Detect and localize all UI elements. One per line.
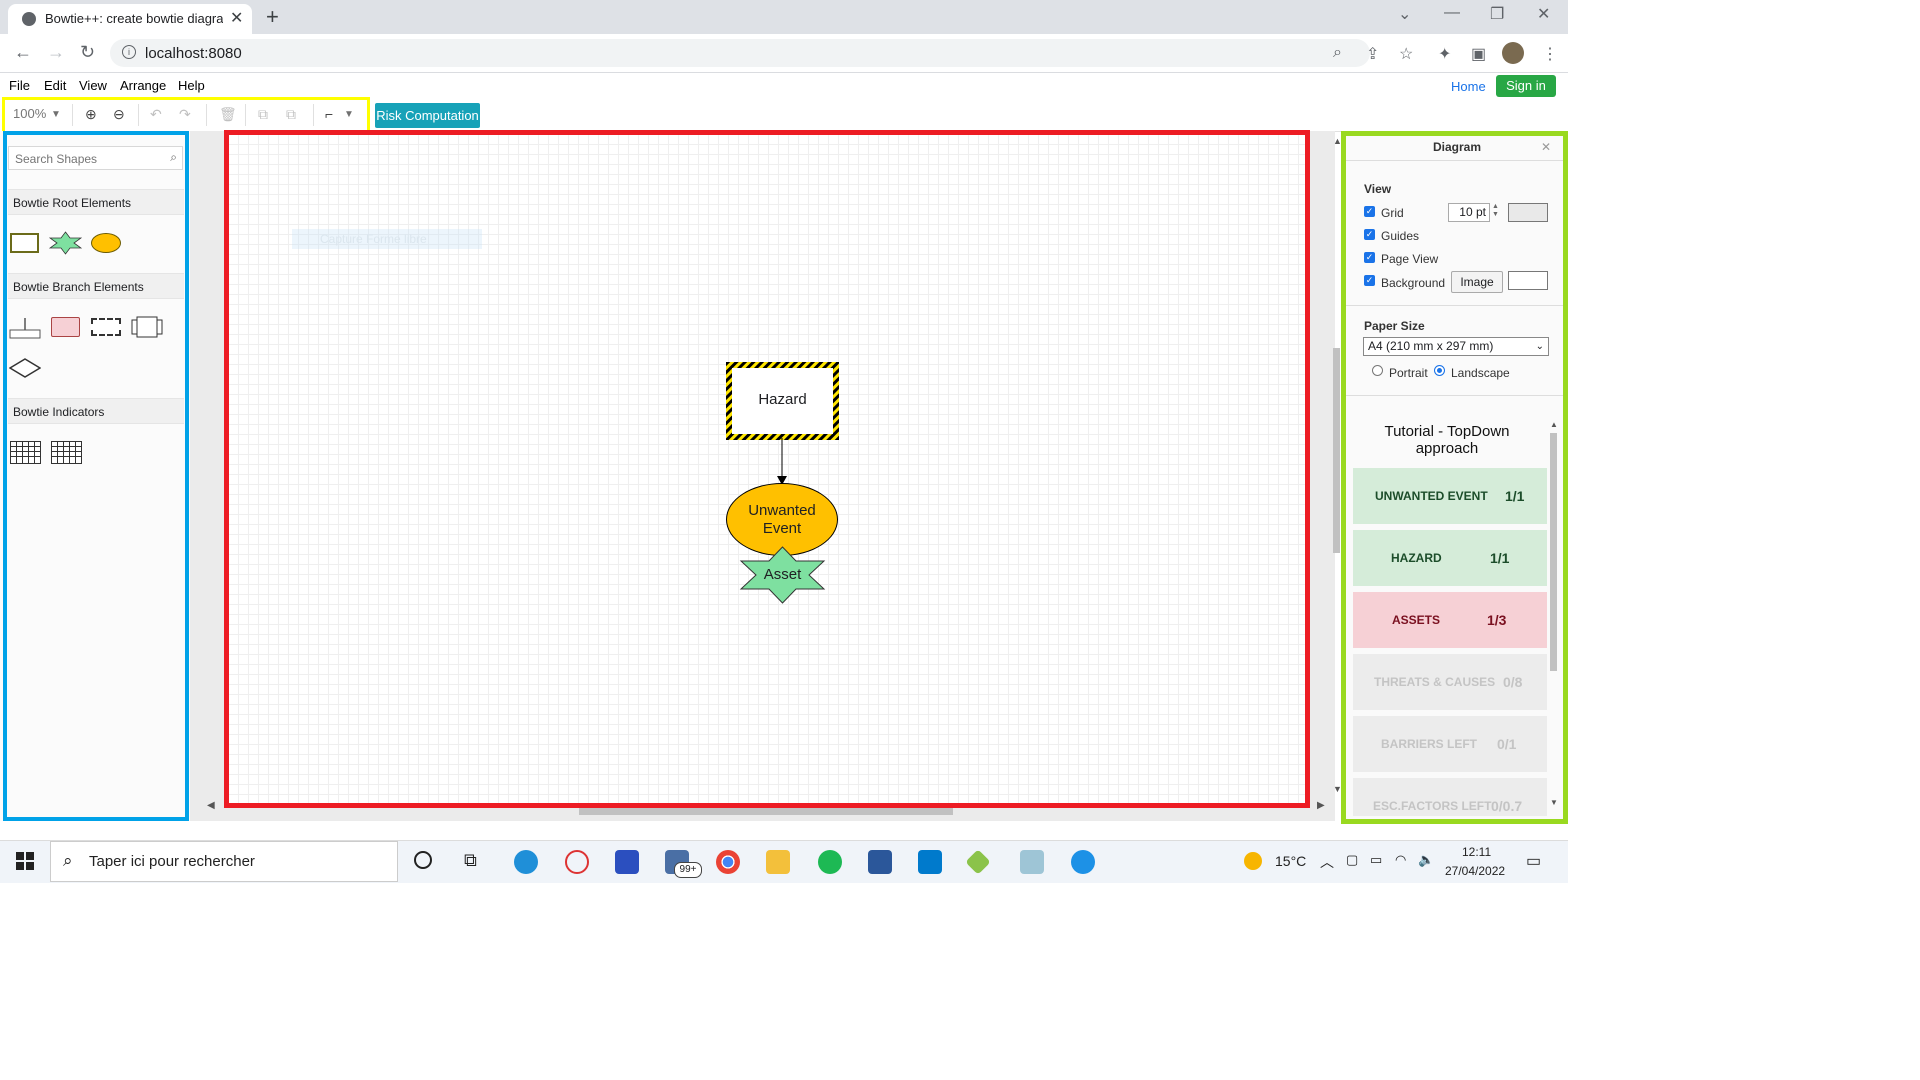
site-favicon-icon [22, 12, 36, 26]
risk-computation-button[interactable]: Risk Computation [375, 103, 480, 128]
share-icon[interactable]: ⇪ [1366, 44, 1379, 64]
chrome-icon[interactable] [716, 850, 740, 874]
taskbar-search-box[interactable]: ⌕ Taper ici pour rechercher [50, 841, 398, 882]
restore-window-icon[interactable]: ❐ [1490, 4, 1504, 24]
tab-search-chevron-icon[interactable]: ⌄ [1398, 4, 1411, 24]
mail-unread-badge: 99+ [674, 862, 702, 878]
search-icon: ⌕ [63, 851, 73, 870]
tab-title: Bowtie++: create bowtie diagram [45, 11, 223, 26]
tray-chevron-up-icon[interactable]: ︿ [1320, 852, 1334, 872]
wifi-icon[interactable]: ◠ [1395, 852, 1406, 868]
notifications-icon[interactable]: ▭ [1526, 851, 1541, 871]
site-info-icon[interactable]: i [122, 45, 136, 59]
battery-icon[interactable]: ▭ [1370, 852, 1382, 868]
side-panel-icon[interactable]: ▣ [1471, 44, 1486, 64]
menu-arrange[interactable]: Arrange [120, 78, 166, 93]
scroll-left-arrow-icon[interactable]: ◀ [207, 800, 215, 811]
bookmark-star-icon[interactable]: ☆ [1399, 44, 1413, 64]
weather-temperature[interactable]: 15°C [1275, 853, 1306, 869]
menu-file[interactable]: File [9, 78, 30, 93]
file-explorer-icon[interactable] [766, 850, 790, 874]
address-bar[interactable]: i localhost:8080 [110, 39, 1370, 67]
cortana-icon[interactable] [414, 851, 432, 869]
weather-sun-icon [1244, 852, 1262, 870]
volume-icon[interactable]: 🔈 [1418, 852, 1434, 868]
forward-arrow-icon[interactable]: → [47, 42, 65, 63]
task-view-icon[interactable]: ⧉ [464, 850, 477, 871]
word-icon[interactable] [868, 850, 892, 874]
horizontal-scrollbar[interactable] [579, 808, 953, 815]
browser-tab[interactable]: Bowtie++: create bowtie diagram ✕ [8, 4, 252, 34]
microsoft-store-icon[interactable] [615, 850, 639, 874]
profile-avatar[interactable] [1502, 42, 1524, 64]
menu-view[interactable]: View [79, 78, 107, 93]
browser-menu-icon[interactable]: ⋮ [1542, 44, 1558, 64]
scroll-right-arrow-icon[interactable]: ▶ [1317, 800, 1325, 811]
canvas-highlight-frame [224, 130, 1310, 808]
home-link[interactable]: Home [1451, 79, 1486, 94]
app-shortcut-icon[interactable] [1020, 850, 1044, 874]
menu-edit[interactable]: Edit [44, 78, 66, 93]
sign-in-button[interactable]: Sign in [1496, 75, 1556, 97]
docker-icon[interactable] [1071, 850, 1095, 874]
spotify-icon[interactable] [818, 850, 842, 874]
close-window-icon[interactable]: ✕ [1537, 4, 1550, 24]
sidebar-highlight-frame [3, 131, 189, 821]
snipping-tool-icon[interactable] [565, 850, 589, 874]
extensions-puzzle-icon[interactable]: ✦ [1438, 44, 1451, 64]
new-tab-button[interactable]: + [266, 4, 279, 30]
menu-help[interactable]: Help [178, 78, 205, 93]
taskbar-search-placeholder: Taper ici pour rechercher [89, 853, 255, 870]
reload-icon[interactable]: ↻ [80, 42, 95, 63]
tray-app-icon[interactable]: ▢ [1346, 852, 1358, 868]
zoom-magnifier-icon[interactable]: ⌕ [1333, 44, 1342, 62]
clock-date[interactable]: 27/04/2022 [1445, 864, 1505, 878]
toolbar-highlight-frame [2, 97, 370, 134]
back-arrow-icon[interactable]: ← [14, 42, 32, 63]
panel-highlight-frame [1341, 131, 1568, 824]
edge-browser-icon[interactable] [514, 850, 538, 874]
clock-time[interactable]: 12:11 [1462, 845, 1491, 859]
vertical-scrollbar[interactable] [1333, 348, 1340, 553]
address-url: localhost:8080 [145, 45, 242, 62]
windows-start-icon[interactable] [16, 852, 34, 870]
app-menubar [0, 73, 1568, 100]
minimize-window-icon[interactable]: — [1444, 4, 1460, 22]
close-tab-icon[interactable]: ✕ [230, 8, 243, 28]
vscode-icon[interactable] [918, 850, 942, 874]
